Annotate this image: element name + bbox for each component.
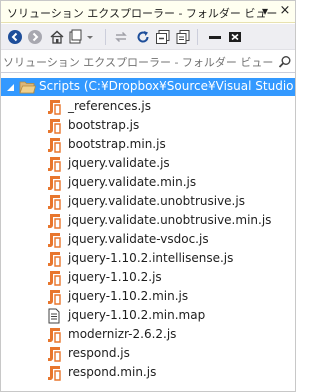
back-button[interactable]	[5, 27, 25, 47]
tree-file-item[interactable]: jquery.validate.js	[1, 155, 295, 173]
title-bar: ソリューション エクスプローラー - フォルダー ビュー ▾ ×	[1, 1, 295, 23]
tree-file-item[interactable]: respond.js	[1, 345, 295, 363]
sync-icon	[115, 31, 127, 43]
tree-file-item[interactable]: respond.min.js	[1, 364, 295, 382]
forward-button[interactable]	[25, 27, 45, 47]
tree-file-item[interactable]: jquery-1.10.2.min.js	[1, 288, 295, 306]
file-name: jquery-1.10.2.min.js	[68, 289, 189, 303]
file-name: jquery.validate.js	[68, 156, 170, 170]
preview-icon	[229, 32, 241, 42]
preview-selected-items-button[interactable]	[225, 27, 245, 47]
forward-icon	[28, 30, 42, 44]
javascript-file-icon	[48, 138, 61, 153]
tree-file-item[interactable]: bootstrap.js	[1, 117, 295, 135]
home-button[interactable]	[47, 27, 67, 47]
javascript-file-icon	[48, 252, 61, 267]
collapse-all-button[interactable]	[153, 27, 173, 47]
file-name: jquery-1.10.2.js	[68, 270, 162, 284]
javascript-file-icon	[48, 233, 61, 248]
expanded-chevron-icon[interactable]	[6, 83, 15, 92]
copy-icon	[176, 30, 190, 44]
copy-button[interactable]	[173, 27, 193, 47]
folder-tree: Scripts (C:¥Dropbox¥Source¥Visual Studio…	[1, 78, 295, 388]
javascript-file-icon	[48, 119, 61, 134]
tree-file-item[interactable]: jquery.validate.unobtrusive.min.js	[1, 212, 295, 230]
sync-button[interactable]	[111, 27, 131, 47]
tree-file-item[interactable]: modernizr-2.6.2.js	[1, 326, 295, 344]
file-name: respond.min.js	[68, 365, 157, 379]
toolbar-separator	[105, 29, 106, 45]
properties-button[interactable]	[205, 27, 225, 47]
file-name: jquery.validate.min.js	[68, 175, 197, 189]
javascript-file-icon	[48, 176, 61, 191]
refresh-button[interactable]	[133, 27, 153, 47]
tree-file-item[interactable]: jquery.validate.unobtrusive.js	[1, 193, 295, 211]
tree-file-item[interactable]: bootstrap.min.js	[1, 136, 295, 154]
file-name: _references.js	[68, 99, 151, 113]
tree-root-label: Scripts (C:¥Dropbox¥Source¥Visual Studio…	[39, 79, 295, 93]
collapse-all-icon	[156, 30, 170, 44]
file-name: jquery.validate.unobtrusive.min.js	[68, 213, 272, 227]
javascript-file-icon	[48, 271, 61, 286]
file-name: jquery.validate.unobtrusive.js	[68, 194, 245, 208]
toolbar-separator	[197, 29, 198, 45]
javascript-file-icon	[48, 290, 61, 305]
file-name: modernizr-2.6.2.js	[68, 327, 177, 341]
properties-icon	[209, 36, 221, 39]
tree-file-item[interactable]: jquery.validate-vsdoc.js	[1, 231, 295, 249]
search-bar	[1, 51, 295, 73]
file-name: jquery.validate-vsdoc.js	[68, 232, 209, 246]
tree-file-item[interactable]: jquery-1.10.2.intellisense.js	[1, 250, 295, 268]
javascript-file-icon	[48, 157, 61, 172]
file-name: jquery-1.10.2.min.map	[68, 308, 206, 322]
file-name: bootstrap.min.js	[68, 137, 166, 151]
javascript-file-icon	[48, 328, 61, 343]
back-icon	[8, 30, 22, 44]
tree-file-item[interactable]: jquery.validate.min.js	[1, 174, 295, 192]
folder-open-icon	[19, 81, 36, 94]
tree-file-item[interactable]: jquery-1.10.2.min.map	[1, 307, 295, 325]
tree-root-scripts[interactable]: Scripts (C:¥Dropbox¥Source¥Visual Studio…	[1, 78, 295, 96]
javascript-file-icon	[48, 347, 61, 362]
tree-file-item[interactable]: _references.js	[1, 98, 295, 116]
refresh-icon	[137, 31, 149, 43]
pending-changes-icon	[69, 29, 93, 44]
javascript-file-icon	[48, 214, 61, 229]
window-options-dropdown[interactable]: ▾	[257, 2, 273, 20]
window-title: ソリューション エクスプローラー - フォルダー ビュー	[7, 7, 278, 20]
map-file-icon	[48, 308, 60, 324]
javascript-file-icon	[48, 100, 61, 115]
search-icon	[278, 56, 291, 68]
pending-changes-filter-button[interactable]	[67, 27, 97, 47]
file-name: respond.js	[68, 346, 130, 360]
close-button[interactable]: ×	[277, 2, 293, 20]
javascript-file-icon	[48, 366, 61, 381]
home-icon	[50, 30, 64, 44]
file-name: bootstrap.js	[68, 118, 140, 132]
search-options-button[interactable]	[277, 54, 293, 70]
javascript-file-icon	[48, 195, 61, 210]
file-name: jquery-1.10.2.intellisense.js	[68, 251, 234, 265]
solution-explorer-window: ソリューション エクスプローラー - フォルダー ビュー ▾ × ソリューション…	[0, 0, 296, 392]
search-input[interactable]	[3, 53, 275, 71]
toolbar	[1, 24, 295, 50]
tree-file-item[interactable]: jquery-1.10.2.js	[1, 269, 295, 287]
